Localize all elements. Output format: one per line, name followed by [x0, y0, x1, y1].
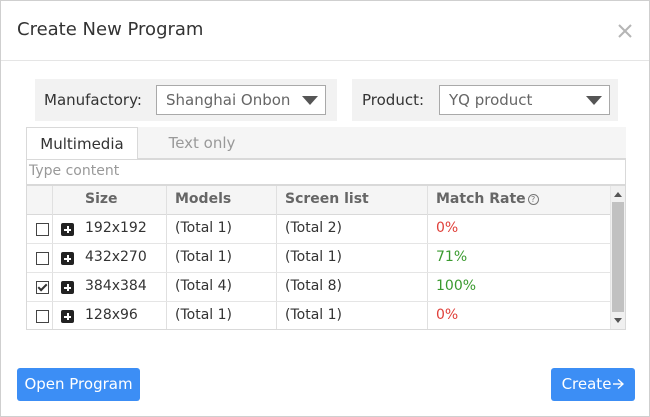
cell-screens: (Total 1)	[285, 249, 342, 265]
cell-models: (Total 1)	[175, 307, 232, 323]
header-models: Models	[175, 191, 232, 207]
product-filter: Product: YQ product	[352, 79, 618, 121]
open-program-button[interactable]: Open Program	[17, 368, 140, 401]
table-row[interactable]: 128x96 (Total 1) (Total 1) 0%	[27, 302, 610, 331]
cell-match-rate: 100%	[436, 278, 477, 294]
cell-models: (Total 4)	[175, 278, 232, 294]
scrollbar-thumb[interactable]	[612, 202, 624, 312]
cell-screens: (Total 1)	[285, 307, 342, 323]
table-row[interactable]: 384x384 (Total 4) (Total 8) 100%	[27, 273, 610, 302]
product-value: YQ product	[449, 91, 533, 109]
expand-plus-icon[interactable]	[61, 310, 74, 323]
product-label: Product:	[362, 91, 425, 109]
cell-match-rate: 0%	[436, 307, 459, 323]
checkmark-icon	[37, 281, 48, 292]
header-size: Size	[85, 191, 118, 207]
row-checkbox-checked[interactable]	[36, 281, 49, 294]
manufactory-label: Manufactory:	[44, 91, 142, 109]
scroll-up-arrow-icon[interactable]	[614, 192, 622, 197]
cell-match-rate: 71%	[436, 249, 468, 265]
cell-size: 384x384	[85, 278, 147, 294]
tab-text-only[interactable]: Text only	[138, 127, 266, 159]
table-row[interactable]: 192x192 (Total 1) (Total 2) 0%	[27, 215, 610, 244]
dialog-title: Create New Program	[17, 19, 204, 40]
row-checkbox[interactable]	[36, 252, 49, 265]
row-checkbox[interactable]	[36, 223, 49, 236]
manufactory-filter: Manufactory: Shanghai Onbon	[35, 79, 337, 121]
dialog-title-bar: Create New Program	[1, 1, 649, 61]
header-match-rate-label: Match Rate	[436, 191, 526, 207]
table-row[interactable]: 432x270 (Total 1) (Total 1) 71%	[27, 244, 610, 273]
create-button-label: Create	[561, 375, 612, 393]
program-type-tabs: Multimedia Text only	[26, 127, 626, 160]
cell-size: 432x270	[85, 249, 147, 265]
manufactory-select[interactable]: Shanghai Onbon	[156, 85, 326, 115]
table-header: Size Models Screen list Match Rate?	[27, 186, 610, 215]
product-select[interactable]: YQ product	[439, 85, 610, 115]
tab-multimedia[interactable]: Multimedia	[26, 127, 138, 160]
header-match-rate: Match Rate?	[436, 191, 539, 207]
chevron-down-icon	[586, 96, 602, 105]
create-program-dialog: Create New Program Manufactory: Shanghai…	[0, 0, 650, 417]
header-screen-list: Screen list	[285, 191, 369, 207]
manufactory-value: Shanghai Onbon	[166, 91, 291, 109]
row-checkbox[interactable]	[36, 310, 49, 323]
expand-plus-icon[interactable]	[61, 223, 74, 236]
cell-models: (Total 1)	[175, 220, 232, 236]
close-icon[interactable]	[615, 21, 635, 41]
scroll-down-arrow-icon[interactable]	[614, 318, 622, 323]
expand-plus-icon[interactable]	[61, 281, 74, 294]
cell-screens: (Total 8)	[285, 278, 342, 294]
cell-size: 128x96	[85, 307, 138, 323]
search-input[interactable]: Type content	[26, 159, 626, 185]
create-button[interactable]: Create	[551, 368, 635, 401]
cell-size: 192x192	[85, 220, 147, 236]
cell-screens: (Total 2)	[285, 220, 342, 236]
cell-match-rate: 0%	[436, 220, 459, 236]
cell-models: (Total 1)	[175, 249, 232, 265]
chevron-down-icon	[302, 96, 318, 105]
expand-plus-icon[interactable]	[61, 252, 74, 265]
table-scrollbar[interactable]	[610, 186, 625, 329]
arrow-right-icon	[613, 378, 625, 390]
screen-size-table: Size Models Screen list Match Rate? 192x…	[26, 185, 626, 330]
help-icon[interactable]: ?	[527, 194, 539, 205]
